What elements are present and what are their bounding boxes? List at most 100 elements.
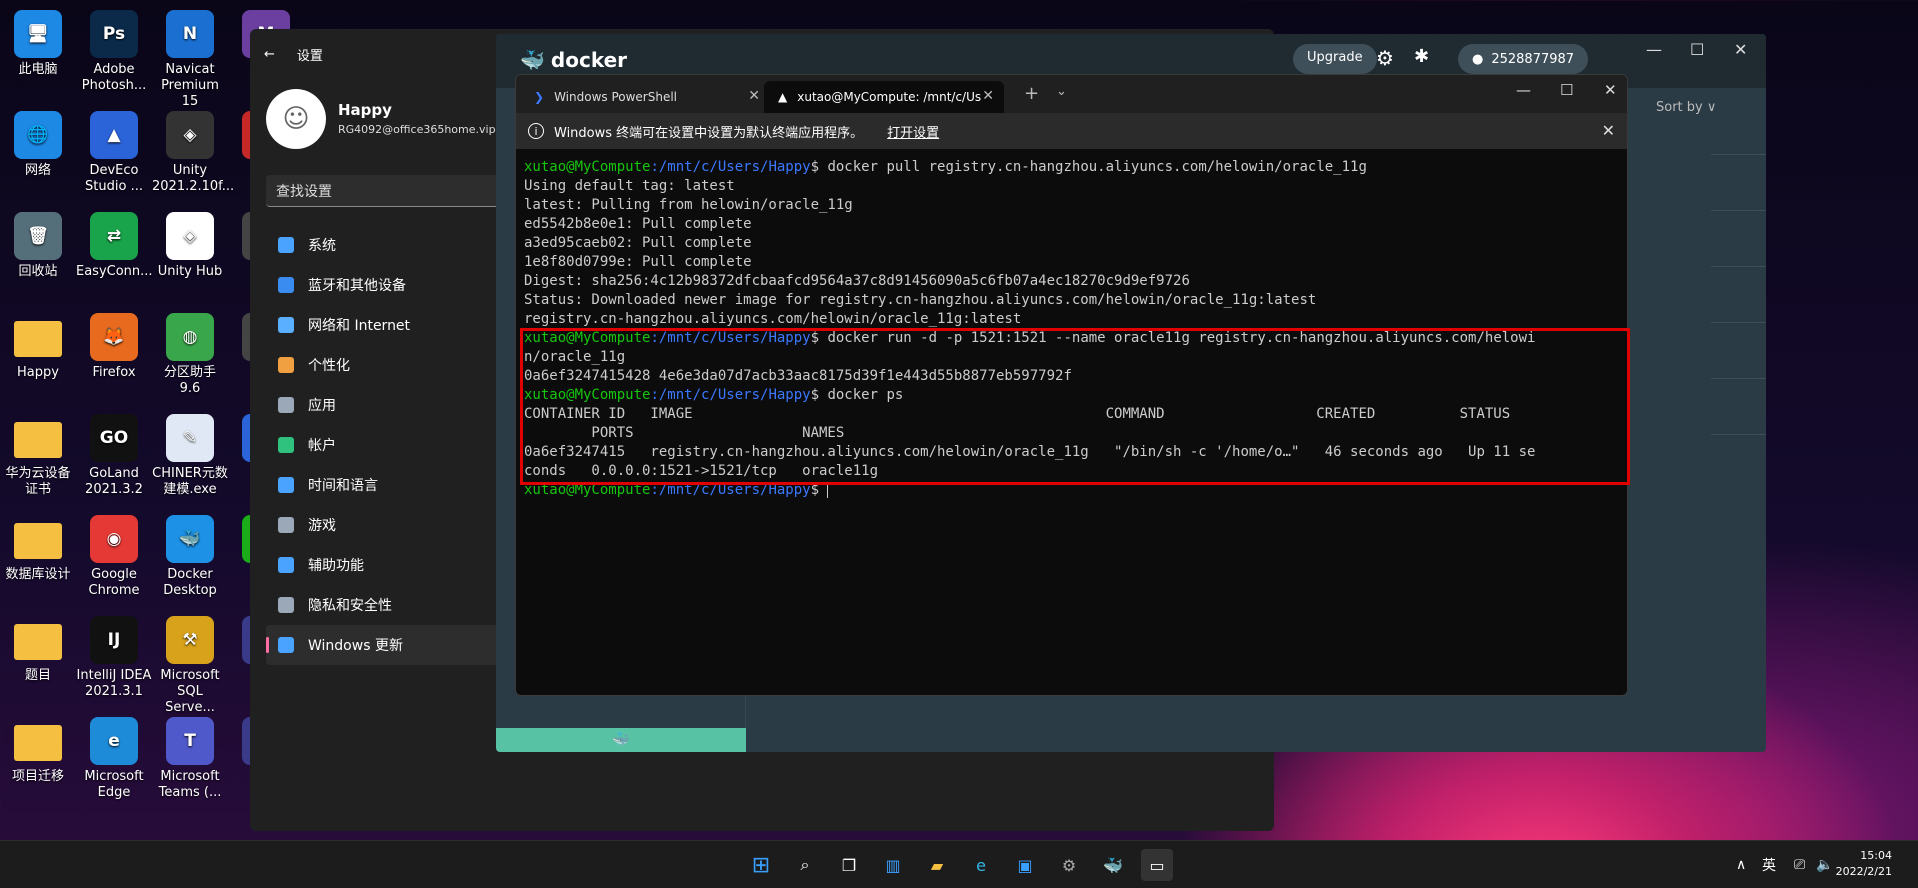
- search-icon[interactable]: ⌕: [789, 849, 821, 881]
- close-icon[interactable]: ✕: [748, 88, 760, 104]
- app-icon: ◍: [166, 313, 214, 361]
- terminal-icon[interactable]: ▭: [1141, 849, 1173, 881]
- desktop-icon[interactable]: 🦊 Firefox: [76, 309, 152, 381]
- app-icon: e: [90, 717, 138, 765]
- desktop-icon[interactable]: Happy: [0, 309, 76, 381]
- close-icon[interactable]: ✕: [1602, 121, 1615, 140]
- desktop-icon[interactable]: ◈ Unity 2021.2.10f...: [152, 107, 234, 195]
- minimize-icon[interactable]: —: [1646, 40, 1662, 59]
- back-icon[interactable]: ←: [264, 47, 275, 62]
- store-icon[interactable]: ▣: [1009, 849, 1041, 881]
- app-icon: ◈: [166, 212, 214, 260]
- maximize-icon[interactable]: ☐: [1560, 81, 1573, 99]
- start-icon[interactable]: ⊞: [745, 849, 777, 881]
- bug-icon[interactable]: ✱: [1414, 46, 1429, 67]
- nav-item[interactable]: 蓝牙和其他设备: [266, 265, 526, 305]
- desktop-icon[interactable]: e Microsoft Edge: [76, 713, 152, 801]
- app-icon: 🌐: [14, 111, 62, 159]
- avatar[interactable]: ☺: [266, 89, 326, 149]
- desktop-icon[interactable]: ⇄ EasyConn...: [76, 208, 153, 280]
- desktop-icon[interactable]: T Microsoft Teams (...: [152, 713, 228, 801]
- desktop-icon[interactable]: 🗑 回收站: [0, 208, 76, 280]
- output-line: 1e8f80d0799e: Pull complete: [524, 254, 752, 270]
- app-icon: ◉: [90, 515, 138, 563]
- desktop-icon-label: Google Chrome: [88, 567, 140, 598]
- settings-gear-icon[interactable]: ⚙: [1053, 849, 1085, 881]
- desktop-icon[interactable]: 🌐 网络: [0, 107, 76, 179]
- nav-item[interactable]: 隐私和安全性: [266, 585, 526, 625]
- desktop-icon[interactable]: N Navicat Premium 15: [152, 6, 228, 110]
- docker-logo: 🐳 docker: [520, 48, 628, 72]
- nav-item[interactable]: 时间和语言: [266, 465, 526, 505]
- desktop-icon[interactable]: GO GoLand 2021.3.2: [76, 410, 152, 498]
- tab-label: xutao@MyCompute: /mnt/c/Us: [797, 90, 982, 104]
- minimize-icon[interactable]: —: [1516, 81, 1531, 99]
- desktop-icon[interactable]: 华为云设备证书: [0, 410, 76, 498]
- nav-icon: [278, 557, 294, 573]
- desktop-icon[interactable]: ◍ 分区助手 9.6: [152, 309, 228, 397]
- nav-item[interactable]: 辅助功能: [266, 545, 526, 585]
- open-settings-link[interactable]: 打开设置: [887, 122, 939, 141]
- output-line: registry.cn-hangzhou.aliyuncs.com/helowi…: [524, 311, 1022, 327]
- nav-label: 帐户: [308, 438, 336, 454]
- chevron-down-icon[interactable]: ⌄: [1056, 84, 1067, 99]
- desktop-icon[interactable]: ✎ CHINER元数建模.exe: [152, 410, 228, 498]
- desktop-icon[interactable]: ▲ DevEco Studio ...: [76, 107, 152, 195]
- close-icon[interactable]: ✕: [1734, 40, 1747, 59]
- nav-item[interactable]: 应用: [266, 385, 526, 425]
- nav-icon: [278, 317, 294, 333]
- app-icon: IJ: [90, 616, 138, 664]
- tab-powershell[interactable]: ❯ Windows PowerShell ✕: [520, 81, 770, 113]
- edge-icon[interactable]: e: [965, 849, 997, 881]
- maximize-icon[interactable]: ☐: [1690, 40, 1704, 59]
- desktop-icon[interactable]: 项目迁移: [0, 713, 76, 785]
- desktop-icon[interactable]: 题目: [0, 612, 76, 684]
- nav-icon: [278, 597, 294, 613]
- nav-item[interactable]: 个性化: [266, 345, 526, 385]
- nav-label: 个性化: [308, 358, 350, 374]
- widgets-icon[interactable]: ▥: [877, 849, 909, 881]
- sort-by-button[interactable]: Sort by ∨: [1656, 100, 1716, 115]
- nav-item[interactable]: 系统: [266, 225, 526, 265]
- app-icon: Ps: [90, 10, 138, 58]
- tab-label: Windows PowerShell: [554, 90, 677, 104]
- desktop-icon-label: Navicat Premium 15: [161, 62, 219, 109]
- docker-icon[interactable]: 🐳: [1097, 849, 1129, 881]
- desktop-icon[interactable]: ◉ Google Chrome: [76, 511, 152, 599]
- ime-indicator[interactable]: 英: [1762, 841, 1776, 888]
- volume-icon[interactable]: 🔈: [1816, 841, 1833, 888]
- chevron-up-icon[interactable]: ∧: [1736, 841, 1746, 888]
- new-tab-icon[interactable]: +: [1024, 83, 1039, 104]
- nav-item[interactable]: 游戏: [266, 505, 526, 545]
- nav-item[interactable]: Windows 更新: [266, 625, 526, 665]
- taskbar: ⊞ ⌕ ❐ ▥ ▰ e ▣ ⚙ 🐳 ▭ ∧ 英 ⎚ 🔈 15:04 2022/2…: [0, 840, 1918, 888]
- desktop-icon[interactable]: ◈ Unity Hub: [152, 208, 228, 280]
- nav-icon: [278, 517, 294, 533]
- gear-icon[interactable]: ⚙: [1376, 46, 1394, 70]
- desktop-icon-label: 回收站: [18, 264, 58, 279]
- close-icon[interactable]: ✕: [982, 88, 994, 104]
- nav-item[interactable]: 网络和 Internet: [266, 305, 526, 345]
- file-explorer-icon[interactable]: ▰: [921, 849, 953, 881]
- desktop-icon[interactable]: Ps Adobe Photosh...: [76, 6, 152, 94]
- close-icon[interactable]: ✕: [1604, 81, 1617, 99]
- desktop-icon-label: Microsoft Teams (...: [158, 769, 222, 800]
- clock[interactable]: 15:04 2022/2/21: [1836, 848, 1892, 880]
- desktop-icon[interactable]: 🐳 Docker Desktop: [152, 511, 228, 599]
- desktop-icon[interactable]: 🖥 此电脑: [0, 6, 76, 78]
- desktop-icon-label: Microsoft SQL Serve...: [160, 668, 220, 715]
- network-icon[interactable]: ⎚: [1794, 841, 1805, 888]
- desktop-icon[interactable]: 数据库设计: [0, 511, 76, 583]
- upgrade-button[interactable]: Upgrade: [1293, 44, 1377, 74]
- desktop-icon[interactable]: ⚒ Microsoft SQL Serve...: [152, 612, 228, 716]
- task-view-icon[interactable]: ❐: [833, 849, 865, 881]
- desktop-icon-label: 项目迁移: [11, 769, 64, 784]
- terminal-tabbar: ❯ Windows PowerShell ✕ ▲ xutao@MyCompute…: [516, 75, 1627, 113]
- tab-wsl[interactable]: ▲ xutao@MyCompute: /mnt/c/Us ✕: [764, 81, 1004, 113]
- nav-item[interactable]: 帐户: [266, 425, 526, 465]
- account-button[interactable]: ● 2528877987: [1458, 44, 1589, 74]
- output-line: Using default tag: latest: [524, 178, 735, 194]
- desktop-icon[interactable]: IJ IntelliJ IDEA 2021.3.1: [76, 612, 152, 700]
- desktop-icon-label: 此电脑: [18, 62, 58, 77]
- app-icon: T: [166, 717, 214, 765]
